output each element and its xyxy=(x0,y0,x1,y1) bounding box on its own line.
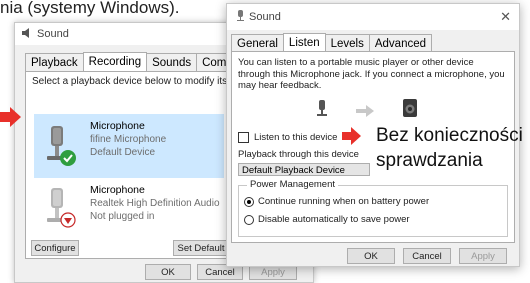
speaker-icon xyxy=(402,98,418,123)
ok-button[interactable]: OK xyxy=(347,248,395,264)
device-status: Not plugged in xyxy=(90,211,155,222)
annotation-line-1: Bez konieczności xyxy=(376,125,523,146)
tab-sounds[interactable]: Sounds xyxy=(146,53,198,72)
microphone-icon xyxy=(40,186,84,230)
annotation-line-2: sprawdzania xyxy=(376,150,483,171)
close-icon[interactable]: ✕ xyxy=(500,9,511,25)
radio-continue-label: Continue running when on battery power xyxy=(258,196,430,207)
cancel-button[interactable]: Cancel xyxy=(403,248,451,264)
apply-button[interactable]: Apply xyxy=(459,248,507,264)
microphone-icon xyxy=(231,9,249,25)
device-row-fifine[interactable]: Microphone fifine Microphone Default Dev… xyxy=(34,114,224,178)
radio-disable[interactable] xyxy=(244,215,254,225)
ok-button[interactable]: OK xyxy=(145,264,191,280)
device-name: Microphone xyxy=(90,120,145,132)
device-name: Microphone xyxy=(90,184,145,196)
listen-checkbox[interactable] xyxy=(238,132,249,143)
power-management-group: Power Management Continue running when o… xyxy=(238,179,508,237)
radio-continue[interactable] xyxy=(244,197,254,207)
configure-button[interactable]: Configure xyxy=(31,240,79,256)
tab-recording[interactable]: Recording xyxy=(82,52,148,73)
red-arrow-icon xyxy=(0,106,22,133)
caption-fragment: nia (systemy Windows). xyxy=(0,0,180,17)
radio-disable-label: Disable automatically to save power xyxy=(258,214,410,225)
device-info: Microphone fifine Microphone Default Dev… xyxy=(90,120,166,178)
microphone-icon xyxy=(40,124,84,168)
speaker-icon xyxy=(19,27,37,41)
tab-playback[interactable]: Playback xyxy=(25,53,84,72)
title-bar: Sound xyxy=(227,4,519,30)
listen-checkbox-label: Listen to this device xyxy=(254,132,338,143)
set-default-button[interactable]: Set Default xyxy=(173,240,229,256)
device-sub: Realtek High Definition Audio xyxy=(90,198,220,209)
device-status: Default Device xyxy=(90,147,156,158)
playback-device-select[interactable]: Default Playback Device xyxy=(238,163,370,176)
listen-description: You can listen to a portable music playe… xyxy=(238,57,505,91)
device-info: Microphone Realtek High Definition Audio… xyxy=(90,184,220,242)
arrow-right-icon xyxy=(356,104,374,122)
listen-panel: You can listen to a portable music playe… xyxy=(231,51,515,243)
red-arrow-icon xyxy=(342,127,362,150)
dialog-title: Sound xyxy=(249,11,281,23)
dialog-title: Sound xyxy=(37,28,69,40)
playback-through-label: Playback through this device xyxy=(238,149,359,160)
power-management-title: Power Management xyxy=(247,179,339,190)
device-row-realtek[interactable]: Microphone Realtek High Definition Audio… xyxy=(34,178,224,242)
device-sub: fifine Microphone xyxy=(90,134,167,145)
microphone-icon xyxy=(316,100,328,123)
